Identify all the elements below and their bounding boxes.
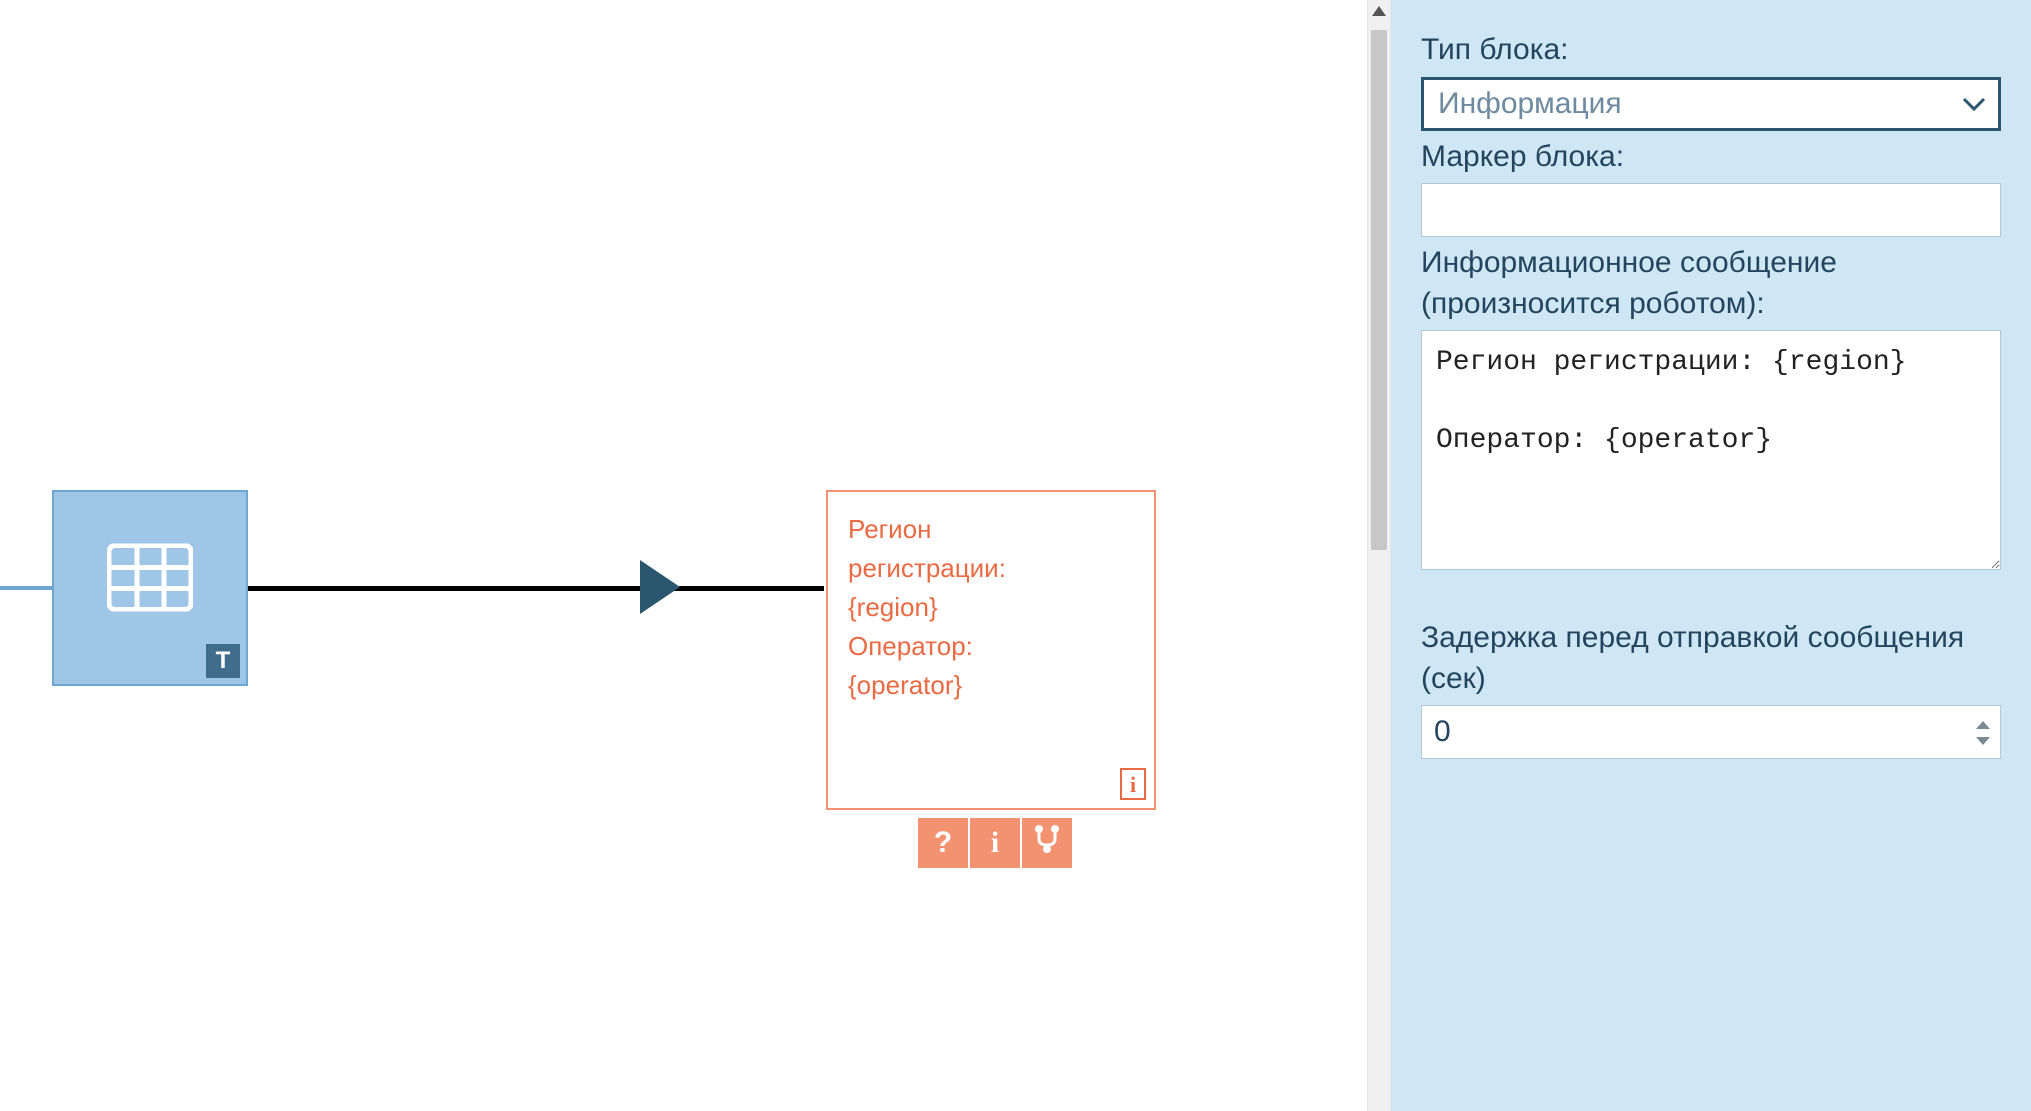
info-node-line: регистрации:	[848, 549, 1134, 588]
delay-label: Задержка перед отправкой сообщения (сек)	[1421, 618, 2001, 699]
info-node-line: {region}	[848, 588, 1134, 627]
block-marker-label: Маркер блока:	[1421, 137, 2001, 178]
block-type-select[interactable]: Информация	[1421, 77, 2001, 131]
info-node-line: Регион	[848, 510, 1134, 549]
number-spinner[interactable]	[1969, 709, 1997, 755]
properties-panel: Тип блока: Информация Маркер блока: Инфо…	[1391, 0, 2031, 1111]
spinner-down-icon[interactable]	[1976, 733, 1990, 747]
canvas[interactable]: T Регион регистрации: {region} Оператор:…	[0, 0, 1367, 1111]
spinner-up-icon[interactable]	[1976, 717, 1990, 731]
block-marker-input[interactable]	[1421, 183, 2001, 237]
t-badge: T	[206, 644, 240, 678]
edge	[248, 586, 824, 591]
chevron-down-icon	[1962, 87, 1986, 121]
info-icon: i	[1120, 768, 1146, 800]
table-icon	[107, 544, 193, 617]
help-button[interactable]: ?	[918, 818, 968, 868]
block-type-value: Информация	[1438, 87, 1622, 121]
info-message-textarea[interactable]	[1421, 330, 2001, 570]
info-button[interactable]: i	[970, 818, 1020, 868]
info-node-line: {operator}	[848, 666, 1134, 705]
info-message-label: Информационное сообщение (произносится р…	[1421, 243, 2001, 324]
info-icon: i	[991, 826, 999, 860]
incoming-edge	[0, 586, 52, 590]
vertical-scrollbar[interactable]	[1367, 0, 1391, 1111]
question-icon: ?	[934, 826, 952, 860]
delay-input[interactable]	[1421, 705, 2001, 759]
branch-button[interactable]	[1022, 818, 1072, 868]
node-toolbar: ? i	[918, 818, 1072, 868]
block-type-label: Тип блока:	[1421, 30, 2001, 71]
edge-arrow-icon	[640, 560, 680, 623]
scroll-up-icon[interactable]	[1368, 4, 1390, 20]
table-node[interactable]: T	[52, 490, 248, 686]
scroll-thumb[interactable]	[1371, 30, 1387, 550]
branch-icon	[1034, 824, 1060, 862]
info-node-line: Оператор:	[848, 627, 1134, 666]
info-node[interactable]: Регион регистрации: {region} Оператор: {…	[826, 490, 1156, 810]
